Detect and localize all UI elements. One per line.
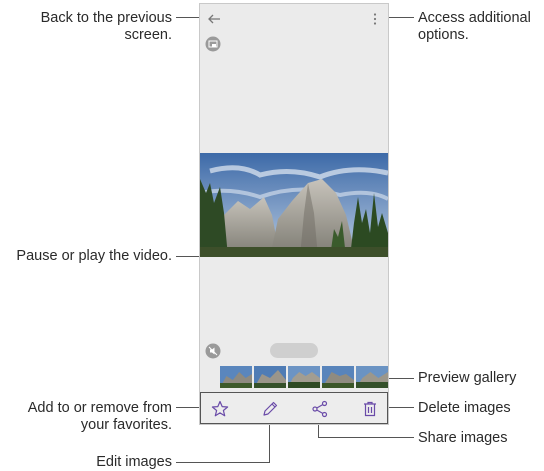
phone-screen bbox=[199, 3, 389, 425]
screen-share-button[interactable] bbox=[205, 36, 221, 52]
thumbnail-image bbox=[322, 366, 354, 388]
bottom-toolbar bbox=[200, 392, 388, 424]
thumbnail-image bbox=[220, 366, 252, 388]
preview-gallery[interactable] bbox=[220, 366, 388, 388]
mute-button[interactable] bbox=[205, 343, 221, 359]
more-options-icon bbox=[373, 13, 377, 25]
trash-icon bbox=[364, 401, 376, 417]
mute-icon bbox=[205, 343, 221, 359]
gallery-thumbnail[interactable] bbox=[288, 366, 320, 388]
leader-line-edit-h bbox=[176, 462, 270, 463]
callout-share: Share images bbox=[418, 430, 508, 446]
callout-delete: Delete images bbox=[418, 400, 511, 416]
thumbnail-image bbox=[356, 366, 388, 388]
leader-line-preview bbox=[385, 378, 414, 379]
star-icon bbox=[211, 400, 229, 417]
delete-button[interactable] bbox=[360, 399, 380, 419]
main-photo[interactable] bbox=[200, 153, 388, 257]
gallery-thumbnail[interactable] bbox=[356, 366, 388, 388]
screen-share-icon bbox=[205, 36, 221, 52]
more-options-button[interactable] bbox=[371, 12, 379, 26]
leader-line-favorites bbox=[176, 407, 200, 408]
leader-line-share-h bbox=[318, 437, 414, 438]
callout-back: Back to the previous screen. bbox=[40, 10, 172, 43]
share-button[interactable] bbox=[310, 399, 330, 419]
pencil-icon bbox=[263, 401, 278, 416]
thumbnail-image bbox=[254, 366, 286, 388]
callout-favorites: Add to or remove from your favorites. bbox=[27, 400, 172, 433]
mountain-photo bbox=[200, 153, 388, 257]
callout-preview: Preview gallery bbox=[418, 370, 517, 386]
callout-edit: Edit images bbox=[96, 454, 172, 470]
favorite-button[interactable] bbox=[210, 399, 230, 419]
gallery-thumbnail[interactable] bbox=[254, 366, 286, 388]
edit-button[interactable] bbox=[260, 399, 280, 419]
share-icon bbox=[312, 400, 328, 418]
gallery-thumbnail[interactable] bbox=[322, 366, 354, 388]
gallery-thumbnail[interactable] bbox=[220, 366, 252, 388]
back-button[interactable] bbox=[207, 12, 221, 24]
thumbnail-image bbox=[288, 366, 320, 388]
play-pause-control[interactable] bbox=[270, 343, 318, 358]
callout-more: Access additional options. bbox=[418, 10, 531, 43]
back-arrow-icon bbox=[208, 14, 220, 24]
leader-line-delete bbox=[389, 407, 414, 408]
callout-play: Pause or play the video. bbox=[16, 248, 172, 264]
